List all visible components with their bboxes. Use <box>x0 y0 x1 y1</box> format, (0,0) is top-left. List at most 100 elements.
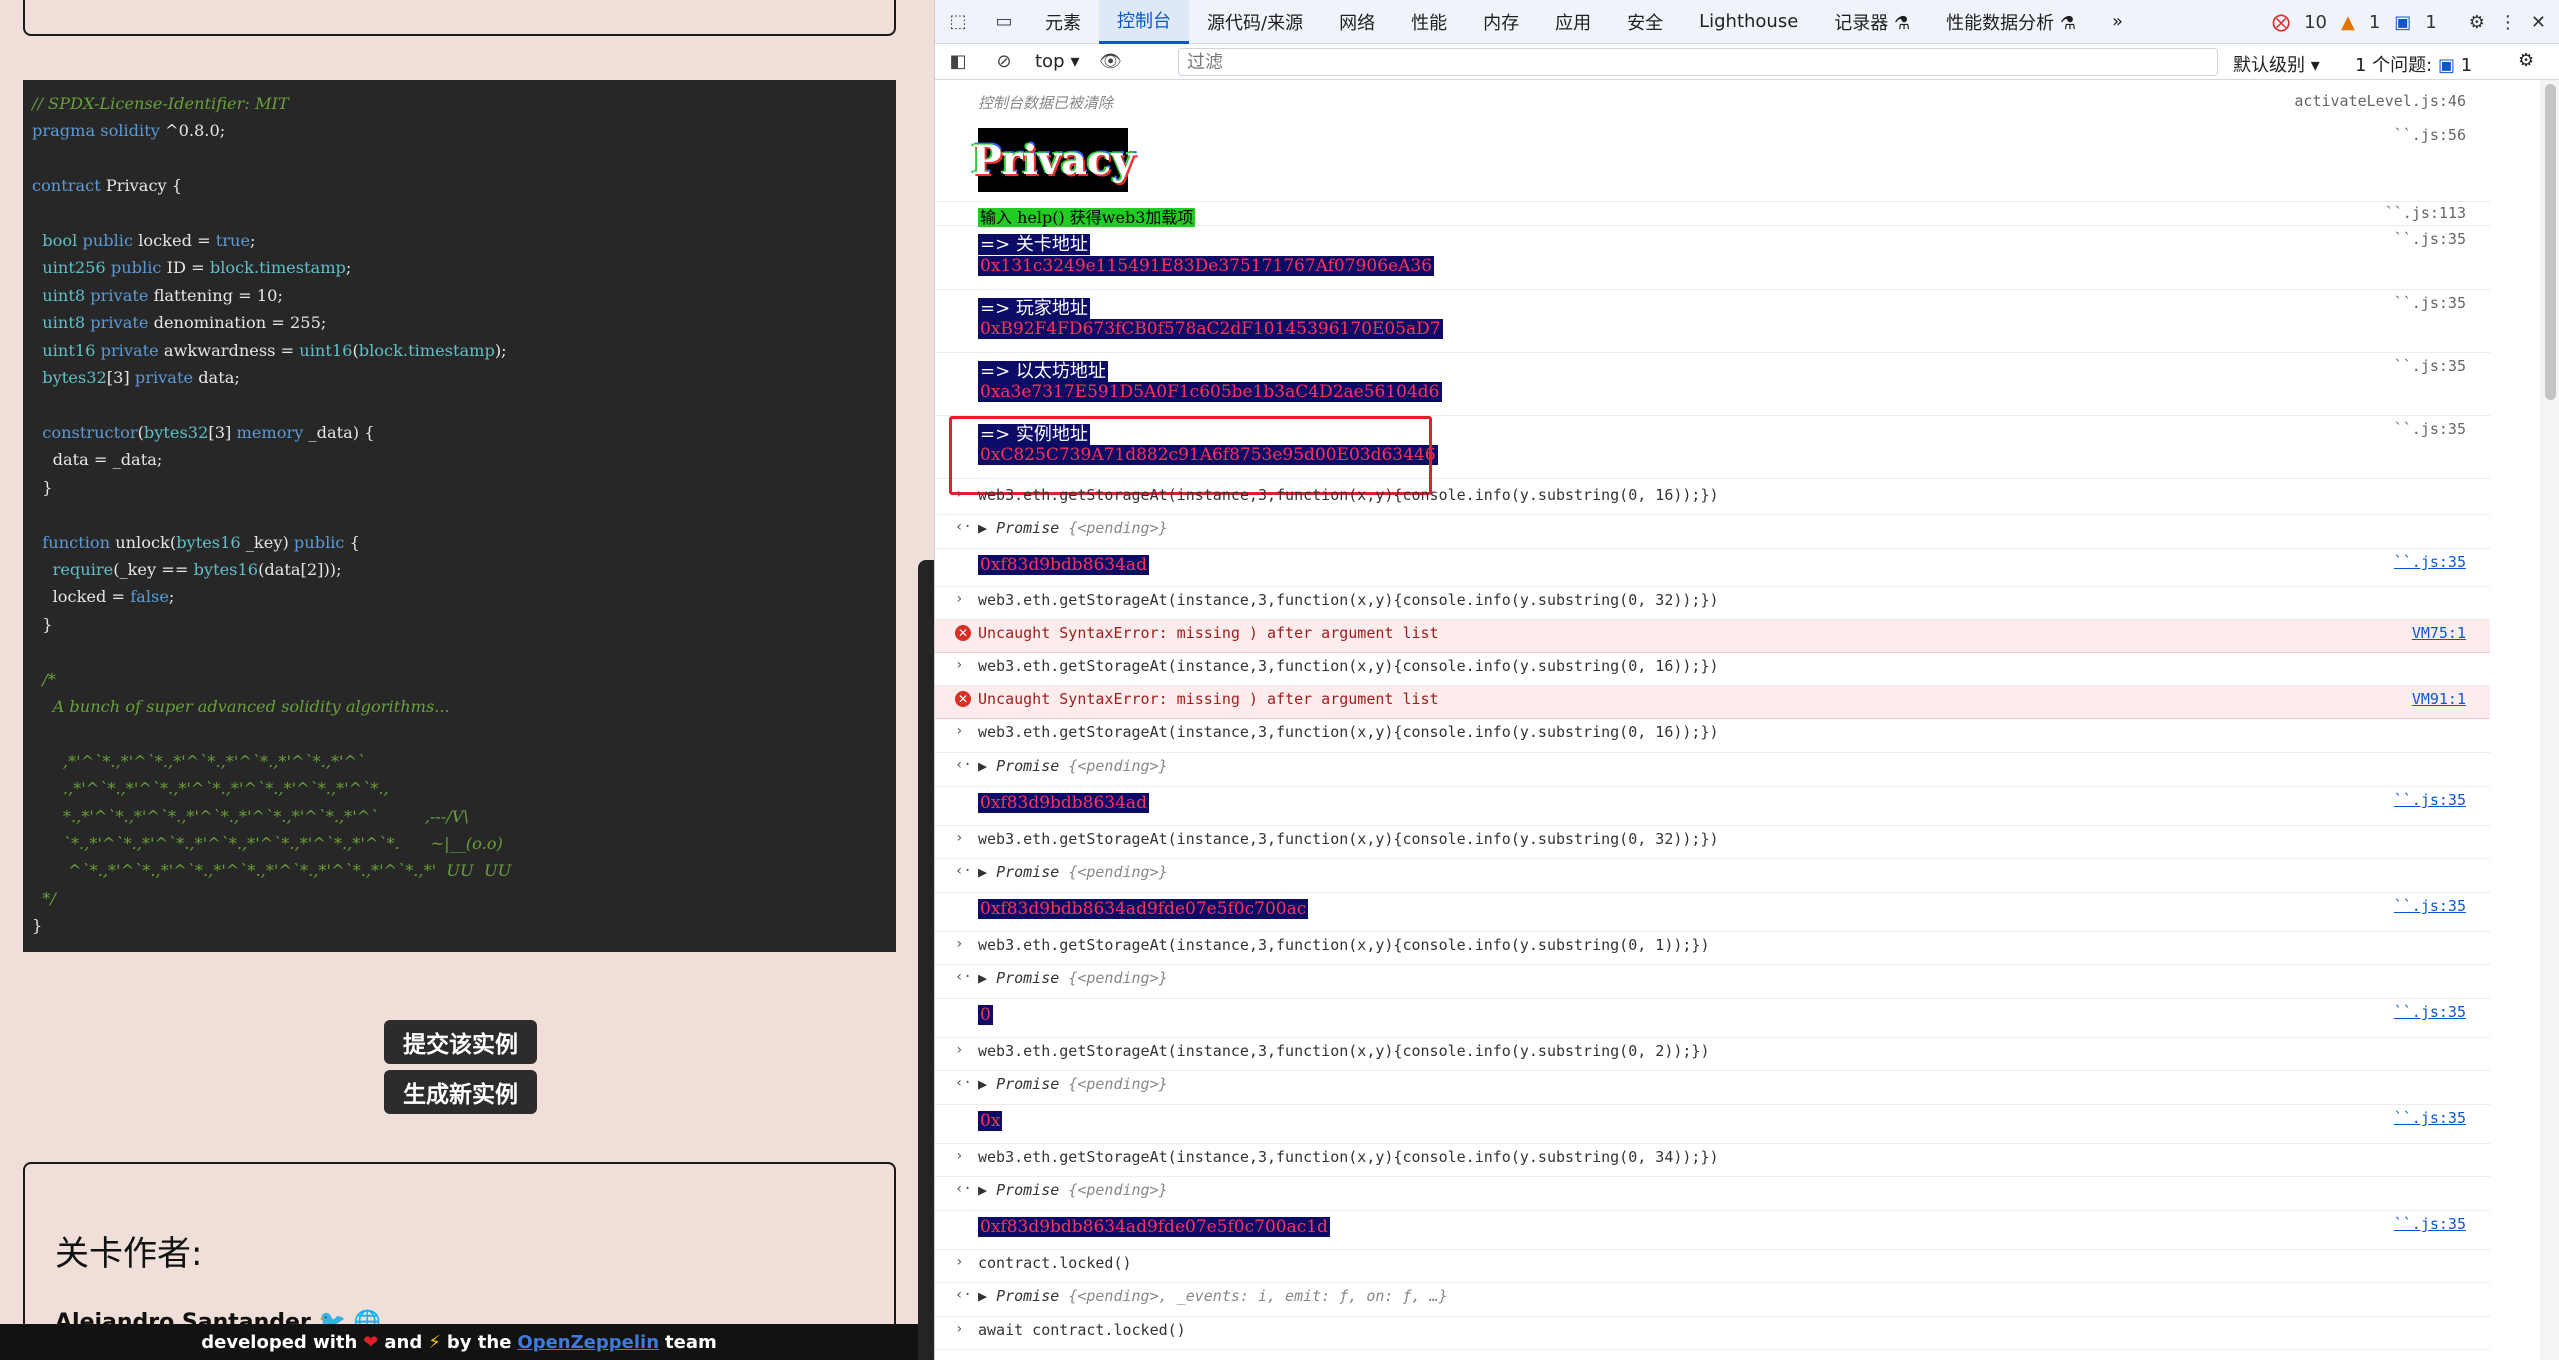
promise-label[interactable]: Promise <box>996 757 1059 775</box>
expand-triangle-icon[interactable]: ▶ <box>978 1075 996 1093</box>
chevron-right-icon: › <box>955 1321 964 1337</box>
tab-10[interactable]: 性能数据分析 ⚗ <box>1928 0 2094 44</box>
player-address-value: 0xB92F4FD673fCB0f578aC2dF10145396170E05a… <box>978 319 1443 339</box>
log-source[interactable]: ``.js:35 <box>2394 791 2466 809</box>
expand-triangle-icon[interactable]: ▶ <box>978 1181 996 1199</box>
more-tabs-button[interactable]: » <box>2094 0 2141 44</box>
command-text[interactable]: web3.eth.getStorageAt(instance,3,functio… <box>978 723 1719 741</box>
new-instance-button[interactable]: 生成新实例 <box>384 1070 537 1114</box>
log-source[interactable]: ``.js:35 <box>2394 230 2466 248</box>
console-result: ‹· ▶ Promise {<pending>} <box>935 1177 2490 1211</box>
sidebar-toggle-icon[interactable]: ◧ <box>945 49 971 75</box>
warning-count: 1 <box>2368 11 2381 33</box>
help-text: 输入 help() 获得web3加载项 <box>978 208 1196 227</box>
expand-triangle-icon[interactable]: ▶ <box>978 863 996 881</box>
more-options-icon[interactable]: ⋮ <box>2499 12 2517 33</box>
command-text[interactable]: web3.eth.getStorageAt(instance,3,functio… <box>978 1148 1719 1166</box>
tab-4[interactable]: 性能 <box>1393 0 1465 44</box>
tab-8[interactable]: Lighthouse <box>1681 0 1816 44</box>
privacy-logo: Privacy <box>971 128 1135 192</box>
log-source[interactable]: ``.js:35 <box>2394 294 2466 312</box>
console-command: › web3.eth.getStorageAt(instance,3,functi… <box>935 932 2490 965</box>
command-text[interactable]: web3.eth.getStorageAt(instance,3,functio… <box>978 830 1719 848</box>
promise-label[interactable]: Promise <box>996 1287 1059 1305</box>
issue-counters[interactable]: ⨂ 10 ▲ 1 ▣ 1 ⚙ ⋮ ✕ <box>2272 0 2546 44</box>
tab-3[interactable]: 网络 <box>1321 0 1393 44</box>
code-token: contract <box>32 176 101 196</box>
contract-source-code: // SPDX-License-Identifier: MIT pragma so… <box>23 80 896 952</box>
log-source[interactable]: ``.js:35 <box>2394 1109 2466 1127</box>
code-token: } <box>32 477 53 497</box>
inspect-element-icon[interactable]: ⬚ <box>945 9 971 35</box>
command-text[interactable]: web3.eth.getStorageAt(instance,3,functio… <box>978 657 1719 675</box>
tab-6[interactable]: 应用 <box>1537 0 1609 44</box>
chevron-right-icon: › <box>955 830 964 846</box>
tab-9[interactable]: 记录器 ⚗ <box>1816 0 1928 44</box>
command-text[interactable]: web3.eth.getStorageAt(instance,3,functio… <box>978 1042 1710 1060</box>
code-line: contract Privacy { <box>32 172 887 199</box>
openzeppelin-link[interactable]: OpenZeppelin <box>517 1332 659 1353</box>
log-source[interactable]: ``.js:35 <box>2394 1003 2466 1021</box>
footer-text-post: team <box>665 1331 717 1353</box>
expand-triangle-icon[interactable]: ▶ <box>978 757 996 775</box>
eye-icon[interactable]: 👁 <box>1098 49 1124 75</box>
promise-label[interactable]: Promise <box>996 863 1059 881</box>
error-source[interactable]: VM91:1 <box>2412 690 2466 708</box>
settings-gear-icon[interactable]: ⚙ <box>2469 12 2485 33</box>
issues-count: 1 <box>2460 55 2473 76</box>
close-icon[interactable]: ✕ <box>2531 12 2546 33</box>
submit-instance-button[interactable]: 提交该实例 <box>384 1020 537 1064</box>
log-source[interactable]: ``.js:35 <box>2394 897 2466 915</box>
code-token: ; <box>250 231 256 251</box>
log-source[interactable]: ``.js:35 <box>2394 420 2466 438</box>
command-text[interactable]: web3.eth.getStorageAt(instance,3,functio… <box>978 486 1719 504</box>
code-token: // SPDX-License-Identifier: MIT <box>32 94 289 113</box>
log-source[interactable]: ``.js:35 <box>2394 357 2466 375</box>
promise-label[interactable]: Promise <box>996 1075 1059 1093</box>
log-source[interactable]: ``.js:56 <box>2394 126 2466 144</box>
heart-icon: ❤ <box>363 1331 379 1353</box>
error-source[interactable]: VM75:1 <box>2412 624 2466 642</box>
command-text[interactable]: contract.locked() <box>978 1254 1132 1272</box>
issues-button[interactable]: 1 个问题: ▣ 1 <box>2355 51 2472 77</box>
level-address-label: => 关卡地址 <box>978 234 1090 255</box>
code-token: unlock( <box>110 532 177 552</box>
cleared-text: 控制台数据已被清除 <box>978 94 1114 112</box>
command-text[interactable]: await contract.locked() <box>978 1321 1186 1339</box>
code-token: /* <box>32 669 56 689</box>
code-line: require(_key == bytes16(data[2])); <box>32 556 887 583</box>
code-line: bytes32[3] private data; <box>32 364 887 391</box>
command-text[interactable]: web3.eth.getStorageAt(instance,3,functio… <box>978 591 1719 609</box>
tab-1[interactable]: 控制台 <box>1099 0 1189 44</box>
console-scrollbar-thumb[interactable] <box>2545 84 2556 400</box>
tab-2[interactable]: 源代码/来源 <box>1189 0 1321 44</box>
console-error: ✕ Uncaught SyntaxError: missing ) after a… <box>935 686 2490 719</box>
expand-triangle-icon[interactable]: ▶ <box>978 519 996 537</box>
promise-label[interactable]: Promise <box>996 1181 1059 1199</box>
devtools-panel: ⬚ ▭ 元素 控制台 源代码/来源 网络 性能 内存 应用 安全 Lighthouse 记录器 ⚗… <box>934 0 2559 1360</box>
code-line: ​ <box>32 638 887 665</box>
log-source[interactable]: activateLevel.js:46 <box>2294 92 2466 110</box>
code-token: block.timestamp <box>358 340 495 360</box>
code-line: data = _data; <box>32 446 887 473</box>
context-selector[interactable]: top ▾ <box>1035 51 1080 72</box>
code-token: uint8 <box>32 285 86 305</box>
command-text[interactable]: web3.eth.getStorageAt(instance,3,functio… <box>978 936 1710 954</box>
console-settings-icon[interactable]: ⚙ <box>2518 50 2534 71</box>
device-toolbar-icon[interactable]: ▭ <box>991 9 1017 35</box>
tab-0[interactable]: 元素 <box>1027 0 1099 44</box>
clear-console-icon[interactable]: ⊘ <box>991 49 1017 75</box>
log-source[interactable]: ``.js:35 <box>2394 553 2466 571</box>
expand-triangle-icon[interactable]: ▶ <box>978 969 996 987</box>
console-filter-input[interactable] <box>1178 48 2218 76</box>
console-result: ‹· ▶ Promise {<pending>} <box>935 753 2490 787</box>
expand-triangle-icon[interactable]: ▶ <box>978 1287 996 1305</box>
log-source[interactable]: ``.js:35 <box>2394 1215 2466 1233</box>
tab-5[interactable]: 内存 <box>1465 0 1537 44</box>
log-level-selector[interactable]: 默认级别 ▾ <box>2233 51 2320 77</box>
tab-7[interactable]: 安全 <box>1609 0 1681 44</box>
promise-label[interactable]: Promise <box>996 519 1059 537</box>
log-source[interactable]: ``.js:113 <box>2385 204 2466 222</box>
promise-label[interactable]: Promise <box>996 969 1059 987</box>
console-command: › web3.eth.getStorageAt(instance,3,functi… <box>935 482 2490 515</box>
